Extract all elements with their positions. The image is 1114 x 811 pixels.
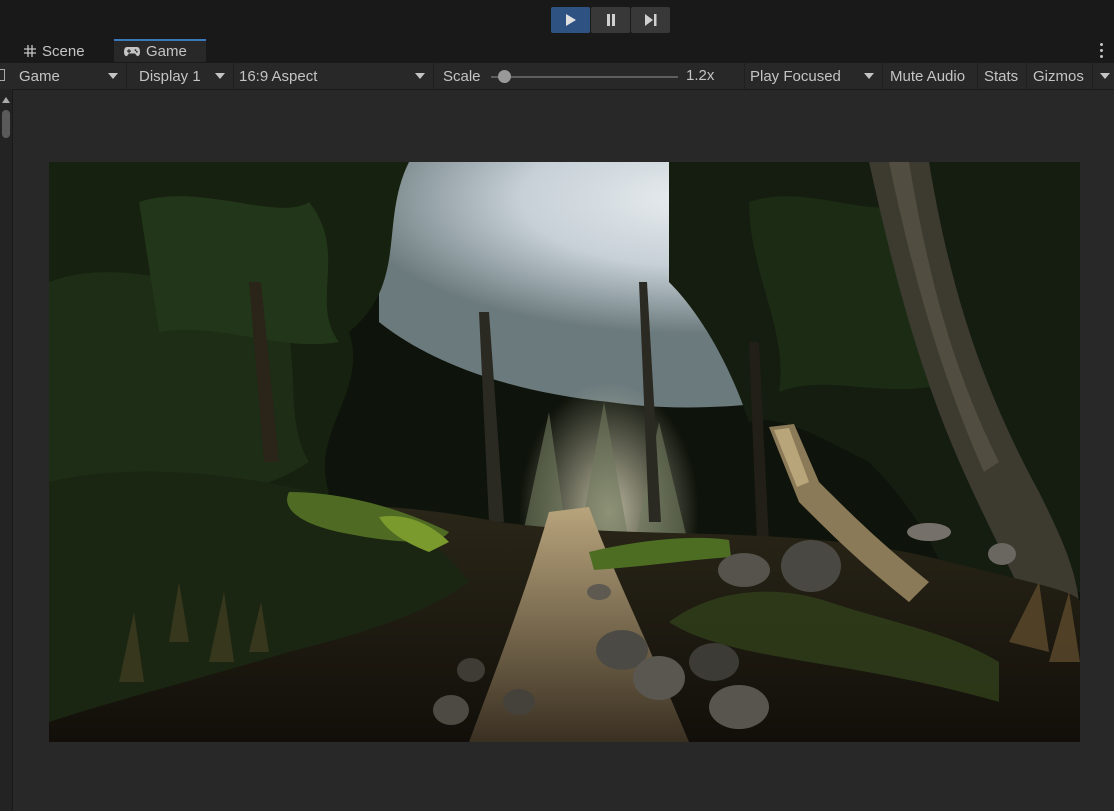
pause-icon — [606, 14, 615, 26]
aspect-dropdown[interactable]: 16:9 Aspect — [235, 63, 434, 89]
aspect-label: 16:9 Aspect — [239, 67, 318, 85]
game-viewport-render[interactable] — [49, 162, 1080, 742]
tab-game-label: Game — [146, 43, 187, 60]
display-label: Display 1 — [139, 67, 201, 85]
scroll-up-icon[interactable] — [2, 97, 10, 103]
tab-bar: Scene Game — [0, 38, 1114, 63]
scale-slider-track[interactable] — [491, 76, 678, 78]
play-mode-dropdown[interactable]: Play Focused — [746, 63, 883, 89]
chevron-down-icon — [864, 73, 874, 79]
tab-game[interactable]: Game — [114, 39, 206, 62]
grid-icon — [24, 45, 36, 57]
scrollbar-thumb[interactable] — [2, 110, 10, 138]
pause-button[interactable] — [591, 7, 630, 33]
tab-scene[interactable]: Scene — [14, 39, 108, 63]
mute-audio-label: Mute Audio — [890, 67, 966, 85]
chevron-down-icon — [1100, 73, 1110, 79]
chevron-down-icon — [108, 73, 118, 79]
view-mode-dropdown[interactable]: Game — [0, 63, 127, 89]
stats-label: Stats — [984, 67, 1019, 85]
vertical-scrollbar[interactable] — [0, 89, 13, 811]
stats-toggle[interactable]: Stats — [979, 63, 1027, 89]
panel-edge-icon — [0, 69, 5, 81]
play-toolbar — [0, 0, 1114, 38]
gizmos-toggle[interactable]: Gizmos — [1028, 63, 1093, 89]
gamepad-icon — [124, 47, 140, 57]
play-controls — [551, 7, 670, 33]
mute-audio-toggle[interactable]: Mute Audio — [884, 63, 978, 89]
play-icon — [565, 14, 576, 26]
chevron-down-icon — [415, 73, 425, 79]
step-button[interactable] — [631, 7, 670, 33]
more-options-icon[interactable] — [1100, 43, 1104, 58]
display-dropdown[interactable]: Display 1 — [128, 63, 234, 89]
scale-value: 1.2x — [686, 67, 715, 84]
play-mode-label: Play Focused — [750, 67, 841, 85]
gizmos-dropdown[interactable] — [1094, 63, 1114, 89]
scale-label: Scale — [443, 67, 481, 85]
chevron-down-icon — [215, 73, 225, 79]
step-icon — [644, 14, 656, 26]
tab-scene-label: Scene — [42, 42, 85, 60]
gizmos-label: Gizmos — [1033, 67, 1084, 85]
play-button[interactable] — [551, 7, 590, 33]
scale-slider-thumb[interactable] — [498, 70, 511, 83]
forest-scene-image — [49, 162, 1080, 742]
view-mode-label: Game — [19, 67, 60, 85]
